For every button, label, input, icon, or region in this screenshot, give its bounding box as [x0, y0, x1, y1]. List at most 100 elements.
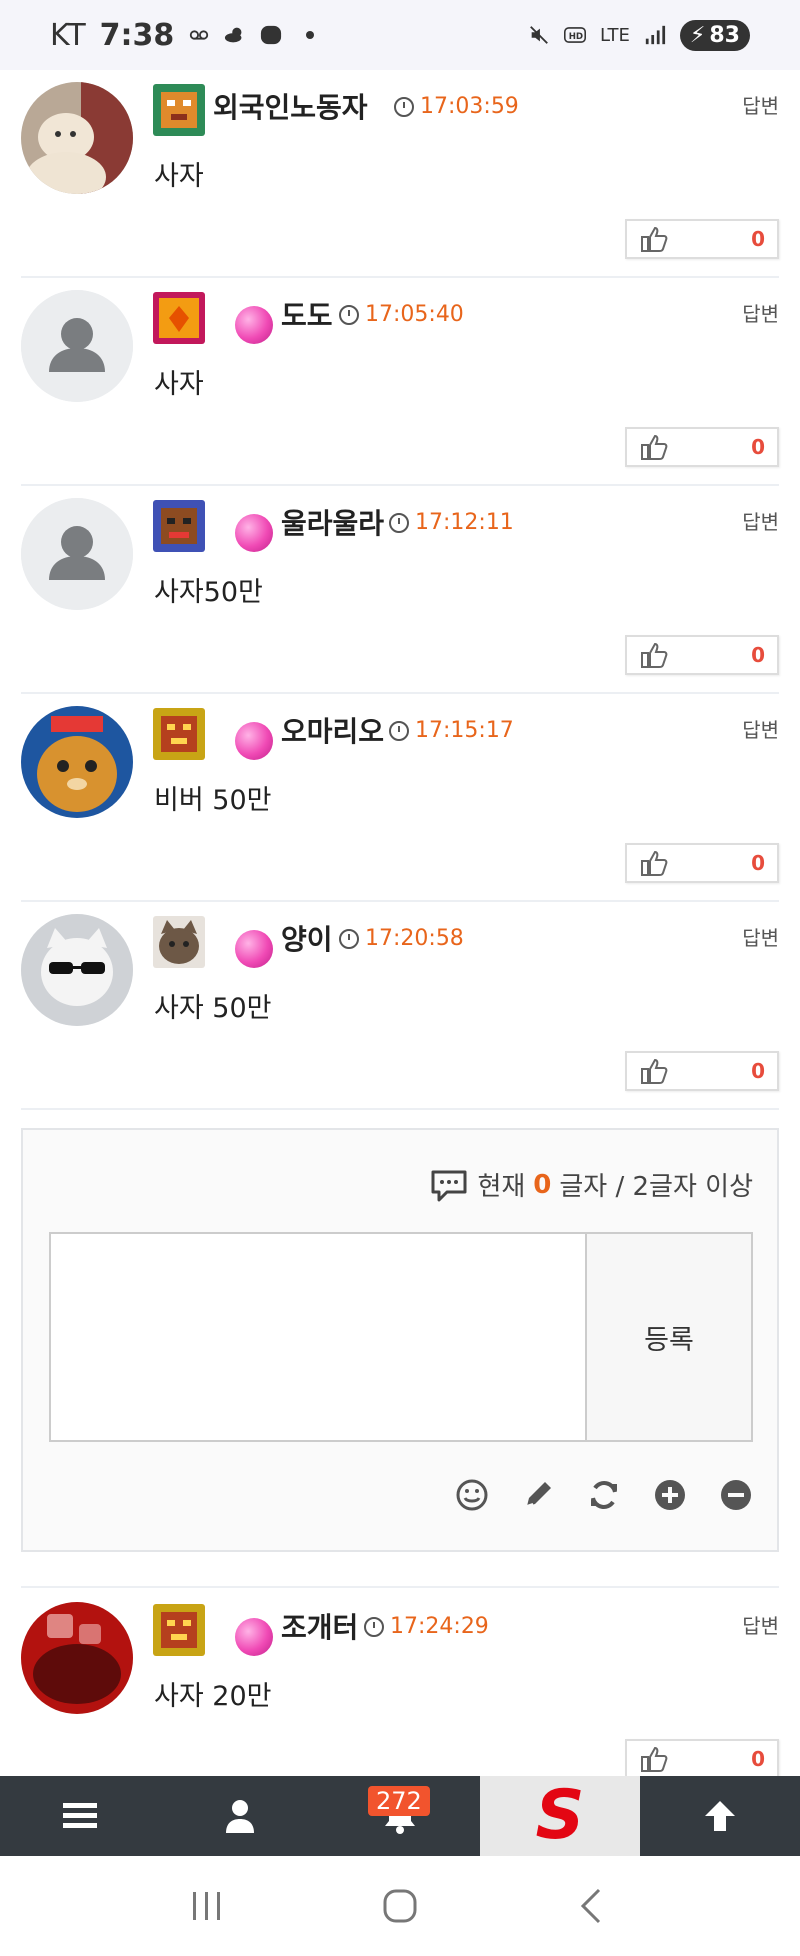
like-button[interactable]: 0 [625, 635, 779, 675]
status-right: HD LTE ⚡ 83 [528, 19, 750, 51]
comment-write-form: 현재 0 글자 / 2글자 이상 등록 [21, 1128, 779, 1552]
submit-button[interactable]: 등록 [585, 1232, 753, 1442]
plus-circle-icon[interactable] [653, 1478, 687, 1512]
like-count: 0 [751, 227, 765, 251]
minus-circle-icon[interactable] [719, 1478, 753, 1512]
level-badge-icon [153, 708, 205, 760]
pencil-icon[interactable] [521, 1478, 555, 1512]
voicemail-icon [190, 30, 209, 40]
like-count: 0 [751, 851, 765, 875]
notification-dot-icon [306, 31, 315, 39]
like-button[interactable]: 0 [625, 219, 779, 259]
clock-time: 7:38 [99, 17, 175, 53]
avatar[interactable] [21, 1602, 133, 1714]
candy-icon [235, 930, 273, 968]
candy-icon [235, 306, 273, 344]
mute-icon [530, 26, 548, 44]
thumbs-up-icon [641, 434, 668, 460]
back-icon[interactable] [571, 1884, 615, 1928]
level-badge-icon [153, 292, 205, 344]
comment-text: 사자50만 [154, 577, 263, 608]
char-counter-value: 0 [533, 1169, 552, 1200]
avatar[interactable] [21, 706, 133, 818]
level-badge-icon [153, 84, 205, 136]
weather-icon [225, 27, 242, 43]
divider [21, 1586, 779, 1588]
clock-icon [389, 720, 409, 741]
reply-button[interactable]: 답변 [742, 714, 779, 743]
buds-icon [261, 25, 282, 45]
home-icon[interactable] [378, 1884, 422, 1928]
reply-button[interactable]: 답변 [742, 1610, 779, 1639]
like-button[interactable]: 0 [625, 427, 779, 467]
comment-author[interactable]: 울라울라 [281, 502, 384, 542]
candy-icon [235, 722, 273, 760]
reply-button[interactable]: 답변 [742, 506, 779, 535]
signal-icon [645, 25, 666, 45]
comment-author[interactable]: 오마리오 [281, 710, 384, 750]
arrow-up-icon [705, 1801, 735, 1831]
notification-button[interactable]: 272 [320, 1776, 480, 1856]
reply-button[interactable]: 답변 [742, 90, 779, 119]
thumbs-up-icon [641, 850, 668, 876]
like-button[interactable]: 0 [625, 1051, 779, 1091]
like-count: 0 [751, 643, 765, 667]
avatar[interactable] [21, 82, 133, 194]
comment-time-text: 17:20:58 [365, 926, 464, 951]
clock-icon [394, 96, 414, 117]
level-badge-icon [153, 1604, 205, 1656]
like-button[interactable]: 0 [625, 1739, 779, 1779]
cat-sunglasses-photo-icon [21, 914, 133, 1026]
user-icon [226, 1800, 254, 1833]
comment-author[interactable]: 외국인노동자 [213, 86, 368, 126]
comment-time: 17:24:29 [364, 1614, 489, 1639]
comment-time: 17:05:40 [339, 302, 464, 327]
comment-item: 울라울라 17:12:11 답변 사자50만 0 [21, 486, 779, 694]
avatar[interactable] [21, 914, 133, 1026]
notification-count-badge: 272 [368, 1786, 430, 1816]
comment-item: 오마리오 17:15:17 답변 비버 50만 0 [21, 694, 779, 902]
comment-time: 17:20:58 [339, 926, 464, 951]
level-badge-icon [153, 500, 205, 552]
cola-photo-icon [21, 1602, 133, 1714]
cartoon-cat-photo-icon [21, 706, 133, 818]
avatar[interactable] [21, 498, 133, 610]
comment-text: 사자 20만 [154, 1681, 272, 1712]
reply-button[interactable]: 답변 [742, 298, 779, 327]
charging-icon: ⚡ [689, 22, 706, 48]
comment-time-text: 17:24:29 [390, 1614, 489, 1639]
comment-author[interactable]: 양이 [281, 918, 333, 958]
profile-button[interactable] [160, 1776, 320, 1856]
thumbs-up-icon [641, 226, 668, 252]
like-button[interactable]: 0 [625, 843, 779, 883]
comment-author[interactable]: 도도 [281, 294, 333, 334]
comment-time-text: 17:03:59 [420, 94, 519, 119]
clock-icon [339, 928, 359, 949]
menu-button[interactable] [0, 1776, 160, 1856]
scroll-top-button[interactable] [640, 1776, 800, 1856]
candy-icon [235, 1618, 273, 1656]
recent-apps-icon[interactable] [185, 1884, 229, 1928]
comment-time: 17:03:59 [394, 94, 519, 119]
comment-time-text: 17:05:40 [365, 302, 464, 327]
thumbs-up-icon [641, 1058, 668, 1084]
hd-icon: HD [564, 27, 586, 43]
smile-icon[interactable] [455, 1478, 489, 1512]
comment-item: 외국인노동자 17:03:59 답변 사자 0 [21, 70, 779, 278]
refresh-icon[interactable] [587, 1478, 621, 1512]
comment-time: 17:15:17 [389, 718, 514, 743]
home-logo-button[interactable]: S [480, 1776, 640, 1856]
comment-author[interactable]: 조개터 [281, 1606, 358, 1646]
battery-indicator: ⚡ 83 [679, 19, 750, 51]
network-label: LTE [600, 24, 630, 46]
comment-time: 17:12:11 [389, 510, 514, 535]
clock-icon [339, 304, 359, 325]
reply-button[interactable]: 답변 [742, 922, 779, 951]
comment-textarea[interactable] [49, 1232, 587, 1442]
like-count: 0 [751, 1747, 765, 1771]
comment-time-text: 17:12:11 [415, 510, 514, 535]
comment-text: 비버 50만 [154, 785, 272, 816]
comment-time-text: 17:15:17 [415, 718, 514, 743]
avatar[interactable] [21, 290, 133, 402]
comment-item: 조개터 17:24:29 답변 사자 20만 0 [21, 1590, 779, 1779]
